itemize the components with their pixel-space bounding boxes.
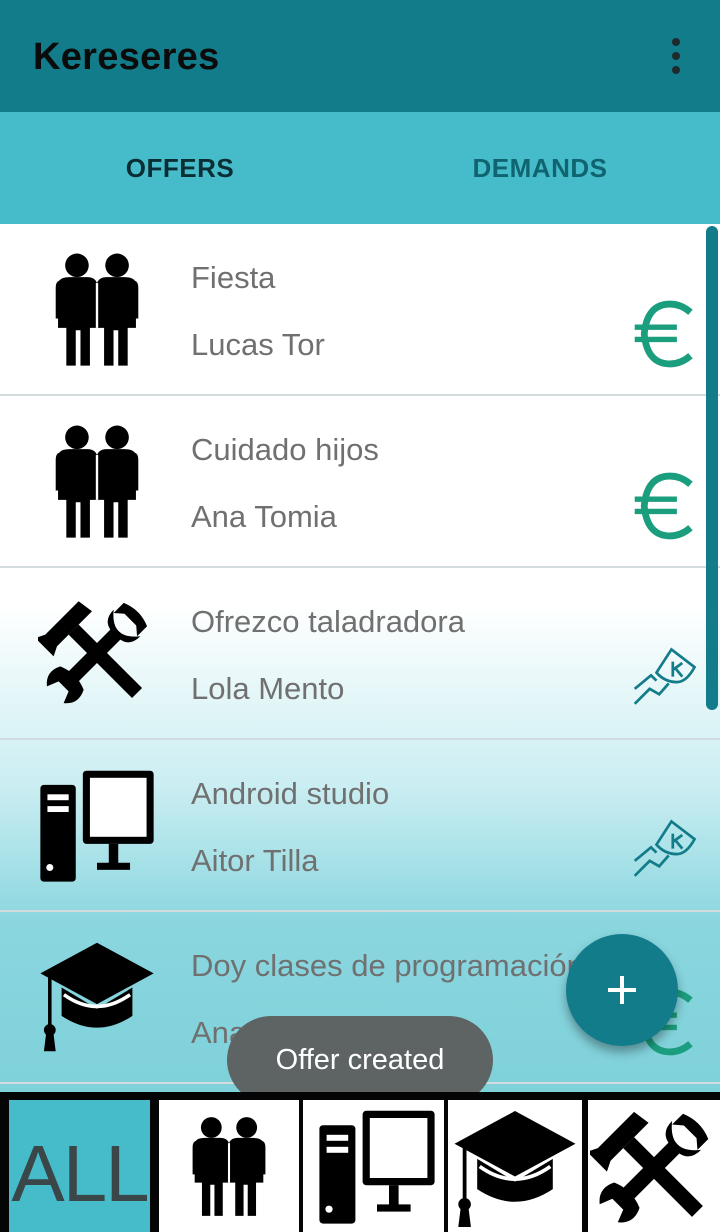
- tab-demands[interactable]: DEMANDS: [360, 112, 720, 224]
- app-bar: Kereseres: [0, 0, 720, 112]
- more-vert-icon[interactable]: [660, 36, 692, 76]
- computer-icon: [319, 1110, 435, 1224]
- people-icon: [191, 1115, 267, 1218]
- toast-message: Offer created: [227, 1016, 493, 1104]
- offer-title: Cuidado hijos: [191, 432, 379, 467]
- offer-user: Lola Mento: [191, 671, 345, 706]
- category-filter-bar: ALL: [0, 1092, 720, 1232]
- list-item[interactable]: Android studio Aitor Tilla: [0, 740, 720, 912]
- filter-computer-button[interactable]: [303, 1100, 444, 1232]
- filter-all-button[interactable]: ALL: [9, 1100, 150, 1232]
- list-scrollbar[interactable]: [706, 226, 718, 710]
- tools-icon: [38, 594, 156, 712]
- euro-icon: [632, 300, 700, 368]
- tab-offers[interactable]: OFFERS: [0, 112, 360, 224]
- list-item[interactable]: Fiesta Lucas Tor: [0, 224, 720, 396]
- app-title: Kereseres: [33, 36, 220, 78]
- filter-education-button[interactable]: [448, 1100, 582, 1232]
- filter-people-button[interactable]: [159, 1100, 299, 1232]
- euro-icon: [632, 472, 700, 540]
- filter-tools-button[interactable]: [588, 1100, 720, 1232]
- offer-title: Ofrezco taladradora: [191, 604, 465, 639]
- add-icon: [608, 976, 636, 1004]
- offer-user: Lucas Tor: [191, 327, 325, 362]
- add-offer-button[interactable]: [566, 934, 678, 1046]
- people-icon: [38, 250, 156, 368]
- offer-title: Doy clases de programación: [191, 948, 584, 983]
- offer-user: Aitor Tilla: [191, 843, 319, 878]
- graduation-cap-icon: [38, 938, 156, 1056]
- offer-title: Android studio: [191, 776, 390, 811]
- karma-icon: [632, 644, 700, 712]
- people-icon: [38, 422, 156, 540]
- offer-user: Ana Tomia: [191, 499, 337, 534]
- tools-icon: [590, 1106, 718, 1232]
- filter-all-label: ALL: [11, 1129, 149, 1218]
- tab-bar: OFFERS DEMANDS: [0, 112, 720, 335]
- computer-icon: [38, 766, 156, 884]
- karma-icon: [632, 816, 700, 884]
- graduation-cap-icon: [452, 1109, 578, 1229]
- list-item[interactable]: Cuidado hijos Ana Tomia: [0, 396, 720, 568]
- offer-title: Fiesta: [191, 260, 276, 295]
- list-item[interactable]: Ofrezco taladradora Lola Mento: [0, 568, 720, 740]
